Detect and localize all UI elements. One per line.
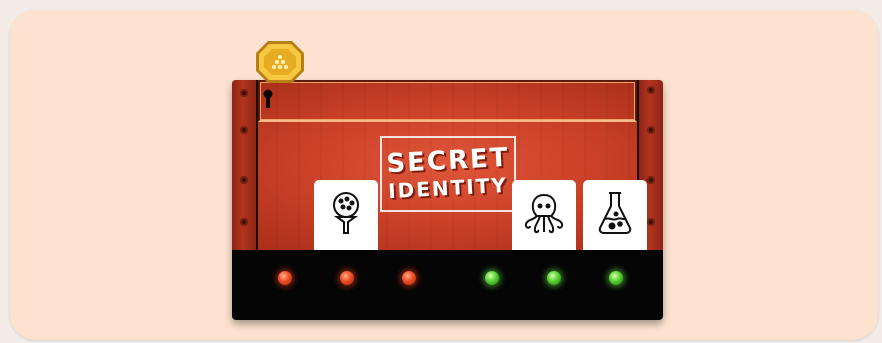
rivet (240, 89, 248, 97)
rivet (647, 86, 655, 94)
flask-icon (595, 190, 635, 240)
rivet (240, 218, 248, 226)
rivet (240, 126, 248, 134)
status-light-green-1 (485, 271, 499, 285)
chest-lock-rail (258, 80, 637, 122)
identity-card-flask[interactable] (583, 180, 647, 250)
chest-strap-left (232, 80, 258, 250)
rivet (647, 176, 655, 184)
identity-card-octopus[interactable] (512, 180, 576, 250)
gold-coin-icon[interactable] (254, 39, 306, 89)
status-light-red-1 (278, 271, 292, 285)
status-light-green-3 (609, 271, 623, 285)
rivet (647, 126, 655, 134)
status-light-red-3 (402, 271, 416, 285)
identity-card-golf[interactable] (314, 180, 378, 250)
game-logo: SECRET IDENTITY (380, 136, 516, 212)
chest-base (232, 250, 663, 320)
rivet (647, 218, 655, 226)
rivet (240, 176, 248, 184)
keyhole-icon (263, 89, 273, 113)
octopus-icon (522, 191, 566, 239)
status-light-red-2 (340, 271, 354, 285)
golf-ball-on-tee-icon (328, 190, 364, 240)
status-light-green-2 (547, 271, 561, 285)
